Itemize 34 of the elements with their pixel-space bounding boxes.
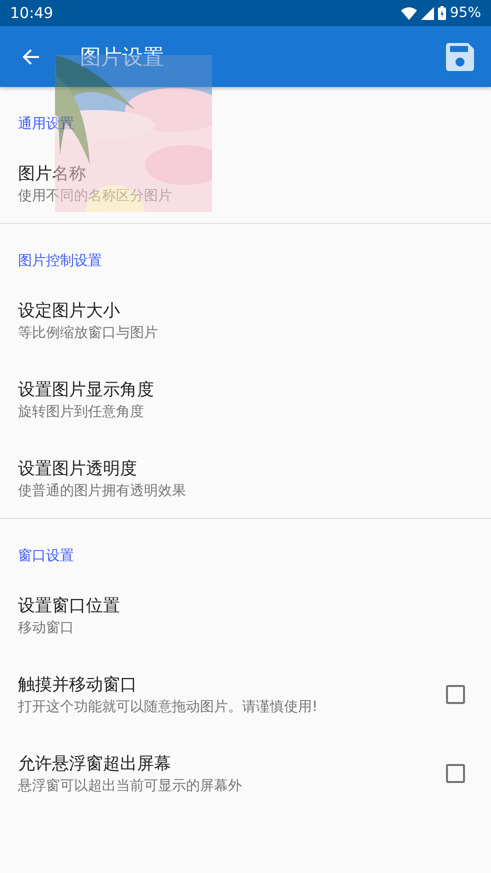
item-summary: 悬浮窗可以超出当前可显示的屏幕外 bbox=[18, 777, 243, 795]
item-title: 触摸并移动窗口 bbox=[18, 674, 138, 696]
signal-icon bbox=[420, 6, 434, 20]
back-arrow-icon bbox=[22, 48, 40, 66]
checkbox[interactable] bbox=[446, 685, 465, 704]
item-summary: 旋转图片到任意角度 bbox=[18, 403, 145, 421]
settings-item[interactable]: 设置窗口位置 移动窗口 bbox=[0, 576, 491, 655]
item-title: 设置图片显示角度 bbox=[18, 379, 155, 401]
clock: 10:49 bbox=[10, 4, 54, 22]
item-title: 允许悬浮窗超出屏幕 bbox=[18, 753, 172, 775]
settings-item[interactable]: 设置图片透明度 使普通的图片拥有透明效果 bbox=[0, 439, 491, 518]
wifi-icon bbox=[400, 6, 417, 20]
checkbox[interactable] bbox=[446, 764, 465, 783]
settings-item[interactable]: 触摸并移动窗口 打开这个功能就可以随意拖动图片。请谨慎使用! bbox=[0, 655, 491, 734]
item-summary: 使普通的图片拥有透明效果 bbox=[18, 482, 187, 500]
back-button[interactable] bbox=[22, 48, 40, 66]
settings-item[interactable]: 图片名称 使用不同的名称区分图片 bbox=[0, 144, 491, 223]
item-summary: 使用不同的名称区分图片 bbox=[18, 187, 173, 205]
battery-icon bbox=[438, 6, 446, 20]
item-title: 设置窗口位置 bbox=[18, 595, 121, 617]
screen-title: 图片设置 bbox=[80, 44, 165, 70]
section-header: 图片控制设置 bbox=[17, 252, 103, 271]
settings-item[interactable]: 设置图片显示角度 旋转图片到任意角度 bbox=[0, 360, 491, 439]
battery-level: 95% bbox=[450, 5, 481, 21]
save-button[interactable] bbox=[446, 42, 474, 70]
item-summary: 移动窗口 bbox=[18, 619, 75, 637]
item-summary: 打开这个功能就可以随意拖动图片。请谨慎使用! bbox=[18, 698, 319, 716]
section-header: 窗口设置 bbox=[17, 547, 75, 566]
item-title: 图片名称 bbox=[18, 163, 87, 185]
item-summary: 等比例缩放窗口与图片 bbox=[18, 324, 159, 342]
item-title: 设置图片透明度 bbox=[18, 458, 138, 480]
item-title: 设定图片大小 bbox=[18, 300, 121, 322]
settings-item[interactable]: 允许悬浮窗超出屏幕 悬浮窗可以超出当前可显示的屏幕外 bbox=[0, 734, 491, 813]
settings-item[interactable]: 设定图片大小 等比例缩放窗口与图片 bbox=[0, 281, 491, 360]
